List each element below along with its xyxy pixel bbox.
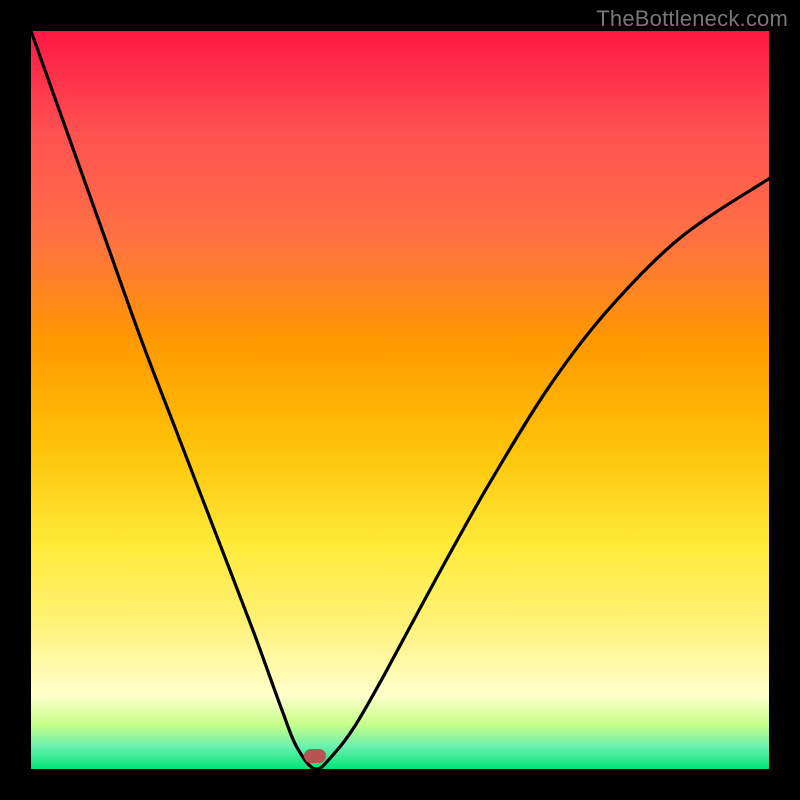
- bottleneck-curve: [31, 31, 769, 769]
- plot-area: [31, 31, 769, 769]
- optimum-marker: [304, 749, 326, 763]
- watermark-text: TheBottleneck.com: [596, 6, 788, 32]
